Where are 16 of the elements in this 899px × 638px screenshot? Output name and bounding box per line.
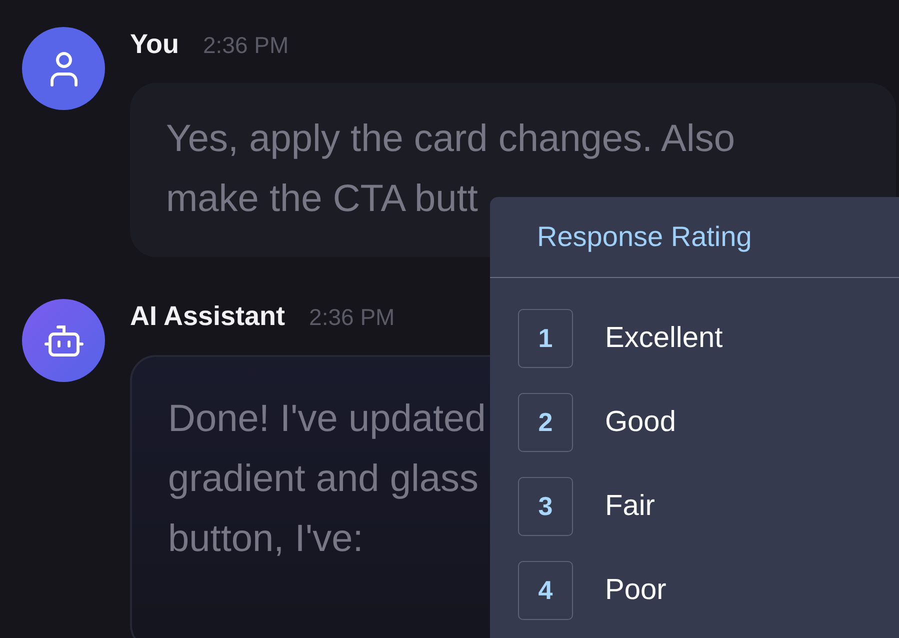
option-label[interactable]: Poor	[605, 574, 666, 607]
robot-icon	[44, 324, 84, 358]
option-number[interactable]: 1	[518, 309, 573, 368]
message-text: Done! I've updated gradient and glass button, I've:	[168, 397, 486, 562]
option-number[interactable]: 3	[518, 477, 573, 536]
menu-title: Response Rating	[490, 197, 899, 278]
option-label[interactable]: Good	[605, 406, 676, 439]
message-time: 2:36 PM	[203, 32, 289, 59]
message-time: 2:36 PM	[309, 304, 395, 331]
user-icon	[48, 50, 78, 86]
author-name: You	[130, 29, 179, 60]
author-name: AI Assistant	[130, 301, 286, 332]
option-label[interactable]: Fair	[605, 490, 655, 523]
option-number[interactable]: 2	[518, 393, 573, 452]
option-number[interactable]: 4	[518, 561, 573, 620]
option-label[interactable]: Excellent	[605, 322, 723, 355]
